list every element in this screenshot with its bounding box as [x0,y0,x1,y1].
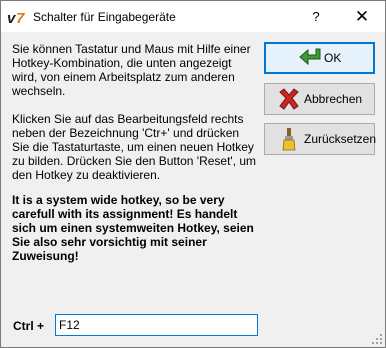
reset-button[interactable]: Zurücksetzen [264,123,377,155]
red-x-icon [277,87,301,111]
hotkey-dialog: v 7 Schalter für Eingabegeräte ? ✕ Sie k… [0,0,386,348]
cancel-button[interactable]: Abbrechen [264,83,375,115]
help-button[interactable]: ? [293,1,339,32]
warning-text: It is a system wide hotkey, so be very c… [12,193,254,263]
ok-label: OK [324,51,342,65]
instruction-paragraph: Klicken Sie auf das Bearbeitungsfeld rec… [12,112,257,182]
description-paragraph: Sie können Tastatur und Maus mit Hilfe e… [12,42,251,98]
dialog-body: Sie können Tastatur und Maus mit Hilfe e… [1,32,385,347]
svg-text:7: 7 [16,10,25,25]
hotkey-label: Ctrl + [13,319,45,333]
brush-icon [277,127,301,151]
hotkey-input[interactable] [55,314,258,336]
resize-grip-icon[interactable] [371,333,383,345]
close-button[interactable]: ✕ [339,1,385,32]
ok-button[interactable]: OK [264,42,375,74]
reset-label: Zurücksetzen [304,132,377,146]
title-bar[interactable]: v 7 Schalter für Eingabegeräte ? ✕ [1,1,385,32]
green-arrow-icon [298,46,324,70]
window-title: Schalter für Eingabegeräte [33,10,176,24]
cancel-label: Abbrechen [304,92,363,106]
v7-app-icon: v 7 [7,9,29,27]
